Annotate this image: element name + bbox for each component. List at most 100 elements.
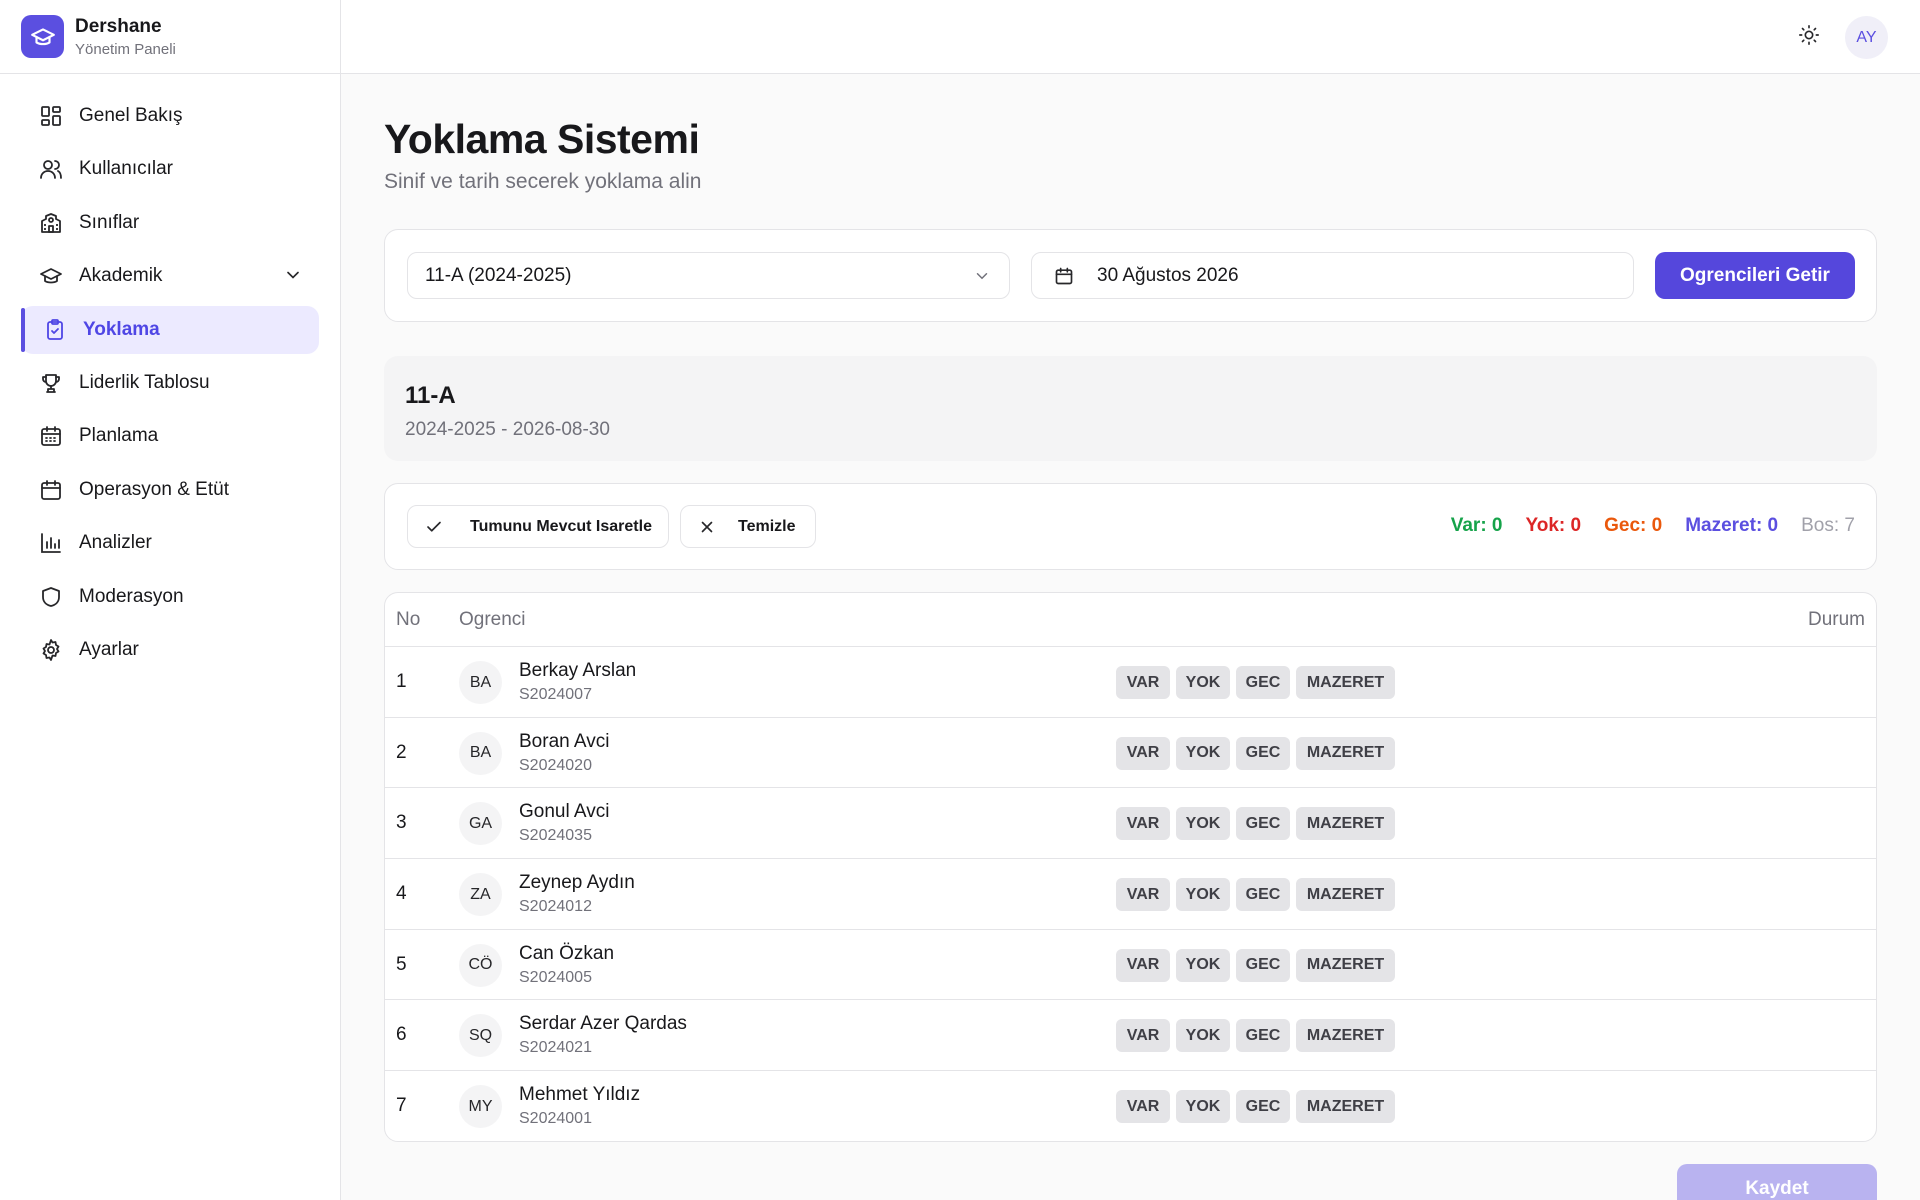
gear-icon xyxy=(38,637,64,663)
status-gec-button[interactable]: GEC xyxy=(1236,1019,1290,1053)
fetch-students-button[interactable]: Ogrencileri Getir xyxy=(1655,252,1855,299)
sidebar-item-liderlik-tablosu[interactable]: Liderlik Tablosu xyxy=(21,359,319,407)
table-row: 6 SQ Serdar Azer Qardas S2024021 VAR YOK… xyxy=(385,1000,1876,1072)
class-select[interactable]: 11-A (2024-2025) xyxy=(407,252,1010,299)
student-avatar: MY xyxy=(459,1085,502,1129)
status-var-button[interactable]: VAR xyxy=(1116,948,1170,982)
student-name: Gonul Avci xyxy=(519,801,610,823)
status-var-button[interactable]: VAR xyxy=(1116,1019,1170,1053)
sun-icon xyxy=(1798,24,1820,51)
column-header-status: Durum xyxy=(1807,609,1865,630)
stat-mazeret: Mazeret: 0 xyxy=(1685,515,1779,536)
sidebar-item-label: Yoklama xyxy=(83,318,160,340)
sidebar-item-label: Kullanıcılar xyxy=(79,158,173,180)
sidebar-item-planlama[interactable]: Planlama xyxy=(21,412,319,460)
sidebar-item-kullanicilar[interactable]: Kullanıcılar xyxy=(21,145,319,193)
status-gec-button[interactable]: GEC xyxy=(1236,666,1290,699)
student-avatar: ZA xyxy=(459,873,502,917)
status-yok-button[interactable]: YOK xyxy=(1176,666,1230,699)
row-number: 3 xyxy=(396,812,407,834)
status-yok-button[interactable]: YOK xyxy=(1176,736,1230,770)
sidebar-item-akademik[interactable]: Akademik xyxy=(21,252,319,300)
status-mazeret-button[interactable]: MAZERET xyxy=(1296,666,1395,699)
sidebar-item-ayarlar[interactable]: Ayarlar xyxy=(21,626,319,674)
graduation-cap-logo-icon xyxy=(21,15,64,58)
filter-card: 11-A (2024-2025) 30 Ağustos 2026 Ogrenci… xyxy=(384,229,1877,322)
student-avatar: CÖ xyxy=(459,943,502,987)
row-number: 6 xyxy=(396,1024,407,1046)
status-buttons: VAR YOK GEC MAZERET xyxy=(1116,736,1401,770)
page-subtitle: Sinif ve tarih secerek yoklama alin xyxy=(384,170,702,193)
status-yok-button[interactable]: YOK xyxy=(1176,948,1230,982)
status-yok-button[interactable]: YOK xyxy=(1176,807,1230,841)
table-row: 2 BA Boran Avci S2024020 VAR YOK GEC MAZ… xyxy=(385,718,1876,789)
student-id: S2024020 xyxy=(519,756,592,774)
status-mazeret-button[interactable]: MAZERET xyxy=(1296,878,1395,912)
close-icon xyxy=(697,517,717,537)
status-gec-button[interactable]: GEC xyxy=(1236,948,1290,982)
status-gec-button[interactable]: GEC xyxy=(1236,807,1290,841)
sidebar-item-operasyon-etut[interactable]: Operasyon & Etüt xyxy=(21,466,319,514)
chevron-down-icon xyxy=(283,265,303,290)
page-title: Yoklama Sistemi xyxy=(384,116,700,162)
brand[interactable]: Dershane Yönetim Paneli xyxy=(0,0,340,74)
date-picker[interactable]: 30 Ağustos 2026 xyxy=(1031,252,1634,299)
status-var-button[interactable]: VAR xyxy=(1116,878,1170,912)
dashboard-icon xyxy=(38,103,64,129)
status-yok-button[interactable]: YOK xyxy=(1176,878,1230,912)
brand-title: Dershane xyxy=(75,15,162,37)
student-id: S2024012 xyxy=(519,898,592,916)
status-mazeret-button[interactable]: MAZERET xyxy=(1296,807,1395,841)
school-icon xyxy=(38,210,64,236)
row-number: 4 xyxy=(396,883,407,905)
status-mazeret-button[interactable]: MAZERET xyxy=(1296,1019,1395,1053)
shield-icon xyxy=(38,584,64,610)
sidebar-nav: Genel Bakış Kullanıcılar Sınıflar Akadem… xyxy=(0,74,340,674)
sidebar-item-moderasyon[interactable]: Moderasyon xyxy=(21,573,319,621)
student-name: Berkay Arslan xyxy=(519,660,637,681)
status-var-button[interactable]: VAR xyxy=(1116,1090,1170,1124)
student-avatar: BA xyxy=(459,661,502,704)
trophy-icon xyxy=(38,370,64,396)
sidebar-item-analizler[interactable]: Analizler xyxy=(21,519,319,567)
status-gec-button[interactable]: GEC xyxy=(1236,736,1290,770)
sidebar-item-label: Operasyon & Etüt xyxy=(79,478,229,500)
sidebar-item-label: Planlama xyxy=(79,425,159,447)
sidebar-item-siniflar[interactable]: Sınıflar xyxy=(21,199,319,247)
calendar-icon xyxy=(38,477,64,503)
status-gec-button[interactable]: GEC xyxy=(1236,1090,1290,1124)
sidebar-item-label: Akademik xyxy=(79,265,163,287)
table-header: No Ogrenci Durum xyxy=(385,593,1876,647)
class-info-card: 11-A 2024-2025 - 2026-08-30 xyxy=(384,356,1877,461)
sidebar-item-label: Moderasyon xyxy=(79,585,184,607)
table-row: 7 MY Mehmet Yıldız S2024001 VAR YOK GEC … xyxy=(385,1071,1876,1141)
status-mazeret-button[interactable]: MAZERET xyxy=(1296,736,1395,770)
user-avatar[interactable]: AY xyxy=(1845,16,1888,59)
student-avatar: GA xyxy=(459,802,502,846)
mark-all-label: Tumunu Mevcut Isaretle xyxy=(470,517,652,535)
status-yok-button[interactable]: YOK xyxy=(1176,1090,1230,1124)
theme-toggle-button[interactable] xyxy=(1796,24,1822,50)
clear-button[interactable]: Temizle xyxy=(680,505,816,548)
stat-gec: Gec: 0 xyxy=(1604,515,1663,536)
status-mazeret-button[interactable]: MAZERET xyxy=(1296,948,1395,982)
clipboard-check-icon xyxy=(42,317,68,343)
status-var-button[interactable]: VAR xyxy=(1116,736,1170,770)
student-name: Mehmet Yıldız xyxy=(519,1084,641,1106)
status-buttons: VAR YOK GEC MAZERET xyxy=(1116,666,1401,699)
mark-all-present-button[interactable]: Tumunu Mevcut Isaretle xyxy=(407,505,669,548)
status-var-button[interactable]: VAR xyxy=(1116,807,1170,841)
sidebar-item-label: Analizler xyxy=(79,532,152,554)
sidebar-item-label: Ayarlar xyxy=(79,638,139,660)
column-header-no: No xyxy=(396,609,421,630)
check-icon xyxy=(424,517,444,537)
row-number: 2 xyxy=(396,741,407,763)
sidebar-item-yoklama[interactable]: Yoklama xyxy=(21,305,319,354)
status-gec-button[interactable]: GEC xyxy=(1236,878,1290,912)
status-yok-button[interactable]: YOK xyxy=(1176,1019,1230,1053)
status-buttons: VAR YOK GEC MAZERET xyxy=(1116,948,1401,982)
status-var-button[interactable]: VAR xyxy=(1116,666,1170,699)
sidebar-item-genel-bakis[interactable]: Genel Bakış xyxy=(21,92,319,140)
status-mazeret-button[interactable]: MAZERET xyxy=(1296,1090,1395,1124)
save-button[interactable]: Kaydet xyxy=(1677,1164,1877,1200)
